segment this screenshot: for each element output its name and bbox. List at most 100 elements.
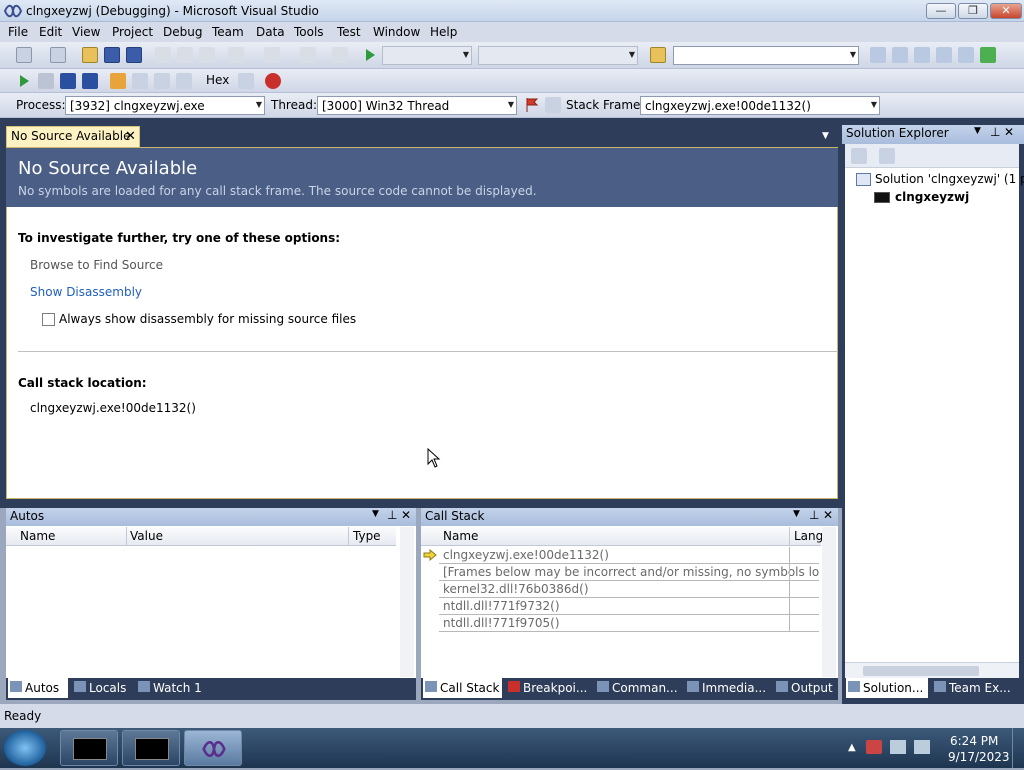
start-button[interactable]	[4, 730, 46, 766]
window-position-icon[interactable]: ▼	[974, 126, 981, 136]
undo-icon[interactable]	[228, 47, 244, 63]
solution-explorer-icon[interactable]	[870, 47, 886, 63]
autos-col-name[interactable]: Name	[20, 529, 55, 543]
stop-debugging-icon[interactable]	[60, 73, 76, 89]
show-hidden-icons[interactable]: ▲	[848, 742, 856, 753]
tab-locals[interactable]: Locals	[72, 678, 134, 698]
show-threads-icon[interactable]	[238, 73, 254, 89]
close-pane-icon[interactable]: ✕	[823, 508, 833, 522]
cut-icon[interactable]	[155, 47, 171, 63]
paste-icon[interactable]	[199, 47, 215, 63]
close-button[interactable]: ✕	[990, 3, 1022, 19]
call-stack-row[interactable]: [Frames below may be incorrect and/or mi…	[439, 564, 819, 581]
tab-solution-explorer[interactable]: Solution...	[846, 678, 928, 698]
maximize-button[interactable]: ❐	[958, 3, 988, 19]
close-tab-icon[interactable]: ✕	[125, 129, 136, 144]
redo-icon[interactable]	[264, 47, 280, 63]
process-combo[interactable]: [3932] clngxeyzwj.exe ▼	[65, 96, 265, 115]
always-show-disassembly-checkbox[interactable]	[42, 313, 55, 326]
tab-output[interactable]: Output	[774, 678, 838, 698]
extension-manager-icon[interactable]	[958, 47, 974, 63]
add-item-icon[interactable]	[50, 47, 66, 63]
tab-autos[interactable]: Autos	[8, 678, 68, 698]
close-pane-icon[interactable]: ✕	[1004, 125, 1014, 139]
autos-col-value[interactable]: Value	[130, 529, 163, 543]
auto-hide-pin-icon[interactable]: ⊥	[809, 508, 819, 522]
browse-to-find-source-link[interactable]: Browse to Find Source	[30, 258, 163, 272]
solution-node[interactable]: Solution 'clngxeyzwj' (1 pro	[875, 172, 1024, 186]
clock-time[interactable]: 6:24 PM	[950, 734, 998, 748]
tab-breakpoints[interactable]: Breakpoi...	[506, 678, 592, 698]
menu-project[interactable]: Project	[112, 25, 153, 39]
continue-icon[interactable]	[16, 73, 32, 89]
menu-tools[interactable]: Tools	[294, 25, 324, 39]
restart-icon[interactable]	[82, 73, 98, 89]
action-center-icon[interactable]	[866, 740, 882, 754]
clock-date[interactable]: 9/17/2023	[948, 750, 1010, 764]
menu-data[interactable]: Data	[256, 25, 285, 39]
hex-toggle[interactable]: Hex	[206, 73, 229, 87]
window-position-icon[interactable]: ▼	[793, 509, 800, 519]
menu-help[interactable]: Help	[430, 25, 457, 39]
menu-file[interactable]: File	[8, 25, 28, 39]
copy-icon[interactable]	[177, 47, 193, 63]
breakpoints-icon[interactable]	[265, 73, 281, 89]
show-next-statement-icon[interactable]	[110, 73, 126, 89]
show-desktop-button[interactable]	[1012, 728, 1024, 768]
menu-debug[interactable]: Debug	[163, 25, 202, 39]
auto-hide-pin-icon[interactable]: ⊥	[387, 508, 397, 522]
volume-icon[interactable]	[914, 740, 930, 754]
taskbar-visual-studio[interactable]	[184, 730, 242, 766]
call-stack-col-lang[interactable]: Lang	[794, 529, 823, 543]
call-stack-row[interactable]: kernel32.dll!76b0386d()	[439, 581, 819, 598]
taskbar-console-window-2[interactable]	[122, 730, 180, 766]
navigate-backward-icon[interactable]	[300, 47, 316, 63]
start-page-icon[interactable]	[980, 47, 996, 63]
auto-hide-pin-icon[interactable]: ⊥	[990, 125, 1000, 139]
tab-watch-1[interactable]: Watch 1	[136, 678, 206, 698]
break-all-icon[interactable]	[38, 73, 54, 89]
save-all-icon[interactable]	[126, 47, 142, 63]
window-position-icon[interactable]: ▼	[372, 509, 379, 519]
call-stack-row[interactable]: ntdll.dll!771f9705()	[439, 615, 819, 632]
vertical-scrollbar[interactable]	[400, 527, 414, 677]
tab-team-explorer[interactable]: Team Ex...	[932, 678, 1020, 698]
network-icon[interactable]	[890, 740, 906, 754]
properties-icon[interactable]	[851, 148, 867, 164]
toolbox-icon[interactable]	[936, 47, 952, 63]
open-file-icon[interactable]	[82, 47, 98, 63]
document-list-icon[interactable]: ▼	[822, 131, 829, 141]
tab-no-source-available[interactable]: No Source Available	[6, 126, 140, 147]
tab-call-stack[interactable]: Call Stack	[423, 678, 502, 698]
flag-options-icon[interactable]	[545, 97, 561, 113]
vertical-scrollbar[interactable]	[822, 527, 836, 677]
project-node[interactable]: clngxeyzwj	[895, 190, 969, 204]
tab-command-window[interactable]: Comman...	[595, 678, 681, 698]
call-stack-row[interactable]: clngxeyzwj.exe!00de1132()	[439, 547, 819, 564]
horizontal-scrollbar[interactable]	[845, 662, 1019, 678]
flag-thread-icon[interactable]	[524, 97, 540, 113]
stack-frame-combo[interactable]: clngxeyzwj.exe!00de1132() ▼	[640, 96, 880, 115]
show-all-files-icon[interactable]	[879, 148, 895, 164]
thread-combo[interactable]: [3000] Win32 Thread ▼	[317, 96, 517, 115]
minimize-button[interactable]: —	[926, 3, 956, 19]
navigate-forward-icon[interactable]	[332, 47, 348, 63]
menu-edit[interactable]: Edit	[39, 25, 62, 39]
call-stack-row[interactable]: ntdll.dll!771f9732()	[439, 598, 819, 615]
object-browser-icon[interactable]	[914, 47, 930, 63]
step-into-icon[interactable]	[132, 73, 148, 89]
save-icon[interactable]	[104, 47, 120, 63]
solution-configurations-combo[interactable]: ▼	[382, 46, 472, 65]
menu-team[interactable]: Team	[212, 25, 244, 39]
find-combo[interactable]: ▼	[673, 46, 859, 65]
menu-window[interactable]: Window	[373, 25, 420, 39]
tab-immediate-window[interactable]: Immedia...	[685, 678, 771, 698]
menu-view[interactable]: View	[72, 25, 100, 39]
menu-test[interactable]: Test	[337, 25, 361, 39]
new-project-icon[interactable]	[16, 47, 32, 63]
find-in-files-icon[interactable]	[650, 47, 666, 63]
show-disassembly-link[interactable]: Show Disassembly	[30, 285, 142, 299]
call-stack-col-name[interactable]: Name	[443, 529, 478, 543]
step-over-icon[interactable]	[154, 73, 170, 89]
autos-col-type[interactable]: Type	[353, 529, 381, 543]
